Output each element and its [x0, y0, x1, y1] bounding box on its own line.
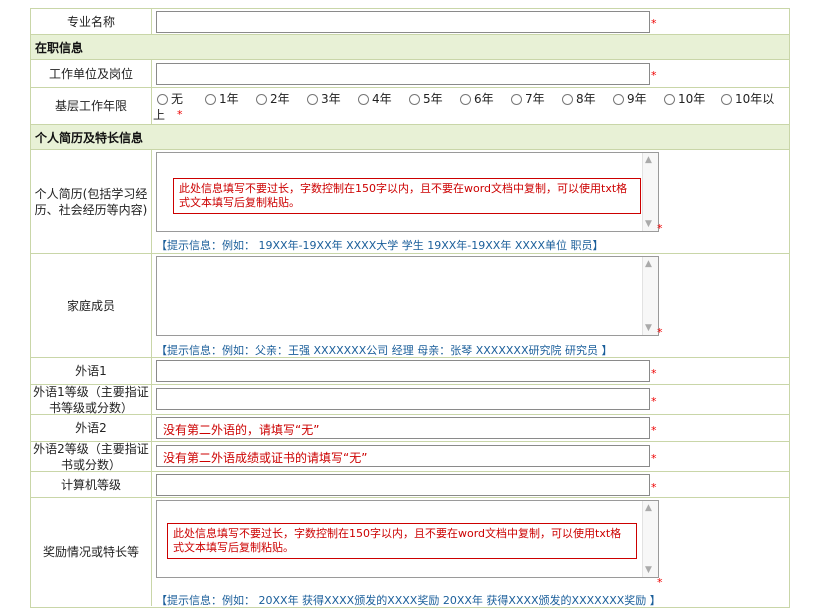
- awards-label: 奖励情况或特长等: [31, 498, 152, 606]
- radio-circle-icon[interactable]: [721, 93, 732, 105]
- major-label: 专业名称: [31, 9, 152, 34]
- required-mark: *: [651, 17, 657, 30]
- lang2-input[interactable]: 没有第二外语的，请填写“无”: [156, 417, 650, 439]
- lang1-label: 外语1: [31, 358, 152, 384]
- radio-circle-icon[interactable]: [256, 93, 267, 105]
- radio-circle-icon[interactable]: [157, 93, 168, 105]
- radio-years-0[interactable]: 无: [157, 91, 183, 107]
- row-employer: 工作单位及岗位 *: [31, 60, 789, 88]
- radio-years-11[interactable]: 10年以: [721, 91, 774, 107]
- resume-label: 个人简历(包括学习经历、社会经历等内容): [31, 150, 152, 253]
- family-hint: 【提示信息：例如：父亲：王强 XXXXXXX公司 经理 母亲：张琴 XXXXXX…: [156, 344, 613, 357]
- row-lang1: 外语1 *: [31, 358, 789, 385]
- radio-circle-icon[interactable]: [205, 93, 216, 105]
- row-awards: 奖励情况或特长等 ▲ ▼ 此处信息填写不要过长，字数控制在150字以内，且不要在…: [31, 498, 789, 607]
- lang2-level-input[interactable]: 没有第二外语成绩或证书的请填写“无”: [156, 445, 650, 467]
- radio-years-1[interactable]: 1年: [205, 91, 239, 107]
- radio-circle-icon[interactable]: [307, 93, 318, 105]
- required-mark: *: [651, 367, 657, 380]
- computer-input[interactable]: [156, 474, 650, 496]
- row-family: 家庭成员 ▲ ▼ * 【提示信息：例如：父亲：王强 XXXXXXX公司 经理 母…: [31, 254, 789, 358]
- required-mark: *: [651, 481, 657, 494]
- employer-input[interactable]: [156, 63, 650, 85]
- textarea-scrollbar[interactable]: ▲ ▼: [642, 257, 658, 335]
- lang1-level-input[interactable]: [156, 388, 650, 410]
- family-textarea[interactable]: ▲ ▼: [156, 256, 659, 336]
- lang1-input[interactable]: [156, 360, 650, 382]
- radio-years-2[interactable]: 2年: [256, 91, 290, 107]
- scroll-up-icon[interactable]: ▲: [645, 259, 652, 269]
- radio-years-4[interactable]: 4年: [358, 91, 392, 107]
- awards-hint: 【提示信息：例如： 20XX年 获得XXXX颁发的XXXX奖励 20XX年 获得…: [156, 594, 661, 607]
- radio-circle-icon[interactable]: [460, 93, 471, 105]
- radio-years-6[interactable]: 6年: [460, 91, 494, 107]
- required-mark: *: [651, 424, 657, 437]
- scroll-down-icon[interactable]: ▼: [645, 323, 652, 333]
- section-job: 在职信息: [31, 35, 789, 60]
- radio-years-5[interactable]: 5年: [409, 91, 443, 107]
- radio-years-3[interactable]: 3年: [307, 91, 341, 107]
- required-mark: *: [651, 452, 657, 465]
- radio-circle-icon[interactable]: [613, 93, 624, 105]
- scroll-up-icon[interactable]: ▲: [645, 503, 652, 513]
- required-mark: *: [657, 326, 663, 339]
- textarea-scrollbar[interactable]: ▲ ▼: [642, 153, 658, 231]
- years-label: 基层工作年限: [31, 88, 152, 124]
- section-title-job: 在职信息: [35, 40, 84, 55]
- lang1-level-label: 外语1等级（主要指证书等级或分数）: [31, 385, 152, 415]
- years-wrap-text: 上: [153, 108, 166, 122]
- required-mark: *: [657, 576, 663, 589]
- employer-label: 工作单位及岗位: [31, 60, 152, 87]
- radio-years-10[interactable]: 10年: [664, 91, 705, 107]
- row-years: 基层工作年限 无 1年 2年 3年 4年 5年 6年 7年 8年 9年 10年 …: [31, 88, 789, 125]
- radio-circle-icon[interactable]: [562, 93, 573, 105]
- row-resume: 个人简历(包括学习经历、社会经历等内容) ▲ ▼ 此处信息填写不要过长，字数控制…: [31, 150, 789, 254]
- row-lang2-level: 外语2等级（主要指证书或分数） 没有第二外语成绩或证书的请填写“无” *: [31, 442, 789, 472]
- scroll-up-icon[interactable]: ▲: [645, 155, 652, 165]
- resume-warning-note: 此处信息填写不要过长，字数控制在150字以内，且不要在word文档中复制，可以使…: [173, 178, 641, 214]
- required-mark: *: [177, 108, 183, 121]
- radio-circle-icon[interactable]: [409, 93, 420, 105]
- row-lang2: 外语2 没有第二外语的，请填写“无” *: [31, 415, 789, 442]
- lang2-label: 外语2: [31, 415, 152, 441]
- radio-years-9[interactable]: 9年: [613, 91, 647, 107]
- textarea-scrollbar[interactable]: ▲ ▼: [642, 501, 658, 577]
- row-major: 专业名称 *: [31, 9, 789, 35]
- section-title-resume: 个人简历及特长信息: [35, 130, 144, 145]
- application-form: 专业名称 * 在职信息 工作单位及岗位 * 基层工作年限 无 1年 2年 3年 …: [30, 8, 790, 608]
- lang2-level-label: 外语2等级（主要指证书或分数）: [31, 442, 152, 472]
- radio-years-8[interactable]: 8年: [562, 91, 596, 107]
- required-mark: *: [651, 69, 657, 82]
- section-resume: 个人简历及特长信息: [31, 125, 789, 150]
- major-input[interactable]: [156, 11, 650, 33]
- scroll-down-icon[interactable]: ▼: [645, 565, 652, 575]
- radio-circle-icon[interactable]: [664, 93, 675, 105]
- radio-circle-icon[interactable]: [358, 93, 369, 105]
- scroll-down-icon[interactable]: ▼: [645, 219, 652, 229]
- family-label: 家庭成员: [31, 254, 152, 357]
- awards-warning-note: 此处信息填写不要过长，字数控制在150字以内，且不要在word文档中复制，可以使…: [167, 523, 637, 559]
- row-computer: 计算机等级 *: [31, 472, 789, 498]
- resume-hint: 【提示信息：例如： 19XX年-19XX年 XXXX大学 学生 19XX年-19…: [156, 239, 604, 252]
- row-lang1-level: 外语1等级（主要指证书等级或分数） *: [31, 385, 789, 415]
- computer-label: 计算机等级: [31, 472, 152, 497]
- required-mark: *: [657, 222, 663, 235]
- radio-years-7[interactable]: 7年: [511, 91, 545, 107]
- radio-circle-icon[interactable]: [511, 93, 522, 105]
- required-mark: *: [651, 395, 657, 408]
